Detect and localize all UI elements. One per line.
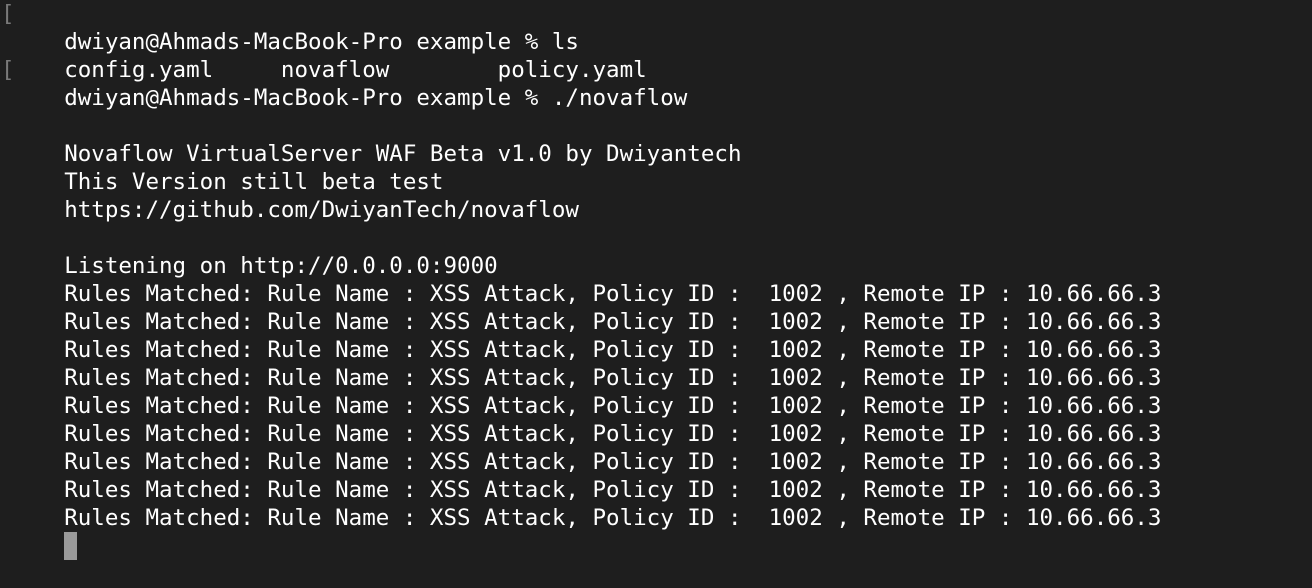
terminal-window[interactable]: [dwiyan@Ahmads-MacBook-Pro example % ls … — [0, 0, 1312, 560]
output-line: config.yaml novaflow policy.yaml — [0, 28, 1312, 83]
prompt-marker: [ — [1, 1, 15, 27]
log-line: Rules Matched: Rule Name : XSS Attack, P… — [0, 336, 1312, 391]
log-line: Rules Matched: Rule Name : XSS Attack, P… — [0, 392, 1312, 447]
prompt-line: [dwiyan@Ahmads-MacBook-Pro example % ls — [0, 0, 1312, 55]
log-line: Rules Matched: Rule Name : XSS Attack, P… — [0, 364, 1312, 419]
output-line: Listening on http://0.0.0.0:9000 — [0, 224, 1312, 279]
log-line: Rules Matched: Rule Name : XSS Attack, P… — [0, 252, 1312, 307]
prompt-marker: [ — [1, 57, 15, 83]
prompt-line: [dwiyan@Ahmads-MacBook-Pro example % ./n… — [0, 56, 1312, 111]
output-line: https://github.com/DwiyanTech/novaflow — [0, 168, 1312, 223]
output-line: Novaflow VirtualServer WAF Beta v1.0 by … — [0, 112, 1312, 167]
log-line: Rules Matched: Rule Name : XSS Attack, P… — [0, 280, 1312, 335]
cursor-line[interactable] — [0, 504, 1312, 560]
log-line: Rules Matched: Rule Name : XSS Attack, P… — [0, 476, 1312, 531]
output-line: This Version still beta test — [0, 140, 1312, 195]
log-line: Rules Matched: Rule Name : XSS Attack, P… — [0, 308, 1312, 363]
log-line: Rules Matched: Rule Name : XSS Attack, P… — [0, 420, 1312, 475]
log-line: Rules Matched: Rule Name : XSS Attack, P… — [0, 448, 1312, 503]
text-cursor[interactable] — [64, 532, 78, 560]
